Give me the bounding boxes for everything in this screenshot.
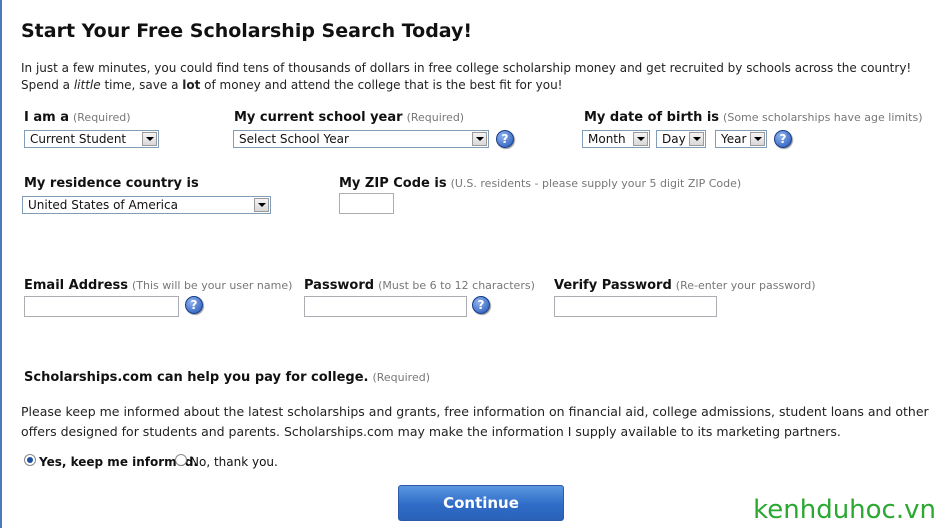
dob-label-group: My date of birth is (Some scholarships ha… — [584, 110, 923, 125]
left-border-rule — [0, 0, 2, 528]
optin-yes-radio[interactable] — [24, 454, 36, 466]
iam-select[interactable]: Current Student — [24, 130, 159, 148]
school-year-select-value: Select School Year — [239, 132, 349, 146]
verify-password-input[interactable] — [554, 296, 717, 317]
iam-label-group: I am a (Required) — [24, 110, 131, 125]
email-label: Email Address — [24, 278, 129, 293]
iam-select-value: Current Student — [30, 132, 127, 146]
optin-no-label[interactable]: No, thank you. — [190, 455, 278, 469]
optin-no-radio[interactable] — [175, 454, 187, 466]
password-hint: (Must be 6 to 12 characters) — [378, 279, 535, 292]
password-label-group: Password (Must be 6 to 12 characters) — [304, 278, 535, 293]
intro-line-2c: of money and attend the college that is … — [200, 78, 563, 92]
optin-heading-group: Scholarships.com can help you pay for co… — [24, 370, 430, 385]
help-icon-school-year[interactable] — [496, 130, 514, 148]
dob-hint: (Some scholarships have age limits) — [723, 111, 923, 124]
school-year-hint: (Required) — [406, 111, 465, 124]
dob-month-select[interactable]: Month — [582, 130, 650, 148]
help-icon-dob[interactable] — [774, 130, 792, 148]
iam-hint: (Required) — [72, 111, 131, 124]
dob-month-value: Month — [588, 132, 626, 146]
chevron-down-icon — [254, 198, 269, 212]
optin-heading: Scholarships.com can help you pay for co… — [24, 370, 369, 385]
intro-line-2b: time, save a — [100, 78, 183, 92]
email-input[interactable] — [24, 296, 179, 317]
verify-label: Verify Password — [554, 278, 672, 293]
watermark: kenhduhoc.vn — [753, 495, 936, 525]
school-year-label: My current school year — [234, 110, 403, 125]
zip-label: My ZIP Code is — [339, 176, 447, 191]
country-label: My residence country is — [24, 176, 199, 191]
chevron-down-icon — [750, 132, 765, 146]
help-icon-password[interactable] — [472, 296, 490, 314]
dob-year-select[interactable]: Year — [715, 130, 767, 148]
zip-label-group: My ZIP Code is (U.S. residents - please s… — [339, 176, 741, 191]
intro-line-1: In just a few minutes, you could find te… — [21, 61, 912, 75]
country-label-group: My residence country is — [24, 176, 199, 191]
verify-hint: (Re-enter your password) — [675, 279, 816, 292]
dob-day-value: Day — [662, 132, 686, 146]
zip-input[interactable] — [339, 193, 394, 214]
password-input[interactable] — [304, 296, 467, 317]
zip-hint: (U.S. residents - please supply your 5 d… — [450, 177, 742, 190]
intro-text: In just a few minutes, you could find te… — [21, 60, 921, 94]
intro-italic: little — [73, 78, 101, 92]
country-select[interactable]: United States of America — [22, 196, 271, 214]
continue-button[interactable]: Continue — [398, 485, 564, 521]
chevron-down-icon — [142, 132, 157, 146]
optin-hint: (Required) — [372, 371, 431, 384]
optin-yes-label[interactable]: Yes, keep me informed. — [39, 455, 198, 469]
school-year-label-group: My current school year (Required) — [234, 110, 464, 125]
verify-label-group: Verify Password (Re-enter your password) — [554, 278, 816, 293]
intro-line-2a: Spend a — [21, 78, 74, 92]
chevron-down-icon — [689, 132, 704, 146]
chevron-down-icon — [633, 132, 648, 146]
page-title: Start Your Free Scholarship Search Today… — [21, 20, 473, 42]
email-label-group: Email Address (This will be your user nam… — [24, 278, 292, 293]
password-label: Password — [304, 278, 375, 293]
intro-bold: lot — [182, 78, 201, 92]
country-select-value: United States of America — [28, 198, 178, 212]
dob-year-value: Year — [721, 132, 747, 146]
email-hint: (This will be your user name) — [132, 279, 293, 292]
dob-label: My date of birth is — [584, 110, 720, 125]
optin-text: Please keep me informed about the latest… — [21, 404, 929, 439]
help-icon-email[interactable] — [185, 296, 203, 314]
chevron-down-icon — [472, 132, 487, 146]
school-year-select[interactable]: Select School Year — [233, 130, 489, 148]
dob-day-select[interactable]: Day — [656, 130, 706, 148]
iam-label: I am a — [24, 110, 69, 125]
